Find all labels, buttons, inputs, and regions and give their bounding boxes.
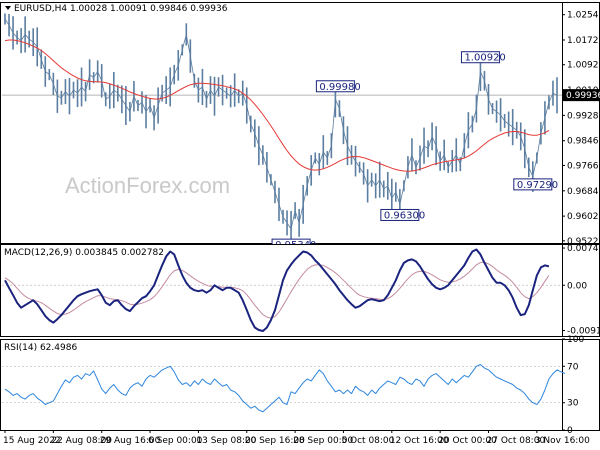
time-axis-label: 3 Nov 16:00 <box>535 436 590 446</box>
annotation-label: 0.97290 <box>517 180 558 191</box>
price-header: EURUSD,H4 1.00028 1.00091 0.99846 0.9993… <box>14 4 228 14</box>
rsi-axis-tick-label: 30 <box>567 399 579 409</box>
price-axis-tick-label: 0.98460 <box>567 137 600 147</box>
macd-axis-tick-label: 0.00 <box>567 281 587 291</box>
rsi-header: RSI(14) 62.4986 <box>4 343 77 353</box>
chart-canvas: ActionForex.com EURUSD,H4 1.00028 1.00091… <box>0 2 600 446</box>
rsi-axis-tick-label: 100 <box>567 335 584 345</box>
rsi-axis-tick-label: 0 <box>567 426 573 436</box>
rsi-panel: RSI(14) 62.4986 100 70 30 0 <box>0 335 600 436</box>
time-axis: 15 Aug 202222 Aug 08:0029 Aug 16:006 Sep… <box>3 430 590 446</box>
price-axis-tick-label: 1.00920 <box>567 61 600 71</box>
price-axis-tick-label: 0.96020 <box>567 212 600 222</box>
current-price-value: 0.99936 <box>566 91 600 101</box>
price-axis-tick-label: 0.96840 <box>567 187 600 197</box>
annotation-label: 0.99980 <box>319 82 360 93</box>
macd-axis-tick-label: 0.007486 <box>567 244 600 254</box>
price-axis-tick-label: 1.01720 <box>567 36 600 46</box>
macd-panel: MACD(12,26,9) 0.003845 0.002782 0.007486 0… <box>0 244 600 337</box>
rsi-panel-frame <box>0 339 600 431</box>
rsi-axis-tick-label: 70 <box>567 362 579 372</box>
time-axis-label: 5 Oct 08:00 <box>341 436 394 446</box>
price-panel: ActionForex.com EURUSD,H4 1.00028 1.00091… <box>0 2 600 251</box>
watermark: ActionForex.com <box>65 173 230 198</box>
annotation-label: 1.00920 <box>464 53 505 64</box>
price-panel-frame <box>0 2 600 244</box>
price-axis-tick-label: 0.99280 <box>567 111 600 121</box>
annotation-label: 0.96300 <box>384 210 425 221</box>
time-axis-label: 6 Sep 00:00 <box>148 436 203 446</box>
price-axis-tick-label: 1.02540 <box>567 11 600 21</box>
macd-header: MACD(12,26,9) 0.003845 0.002782 <box>4 248 164 258</box>
price-axis-tick-label: 0.97660 <box>567 161 600 171</box>
